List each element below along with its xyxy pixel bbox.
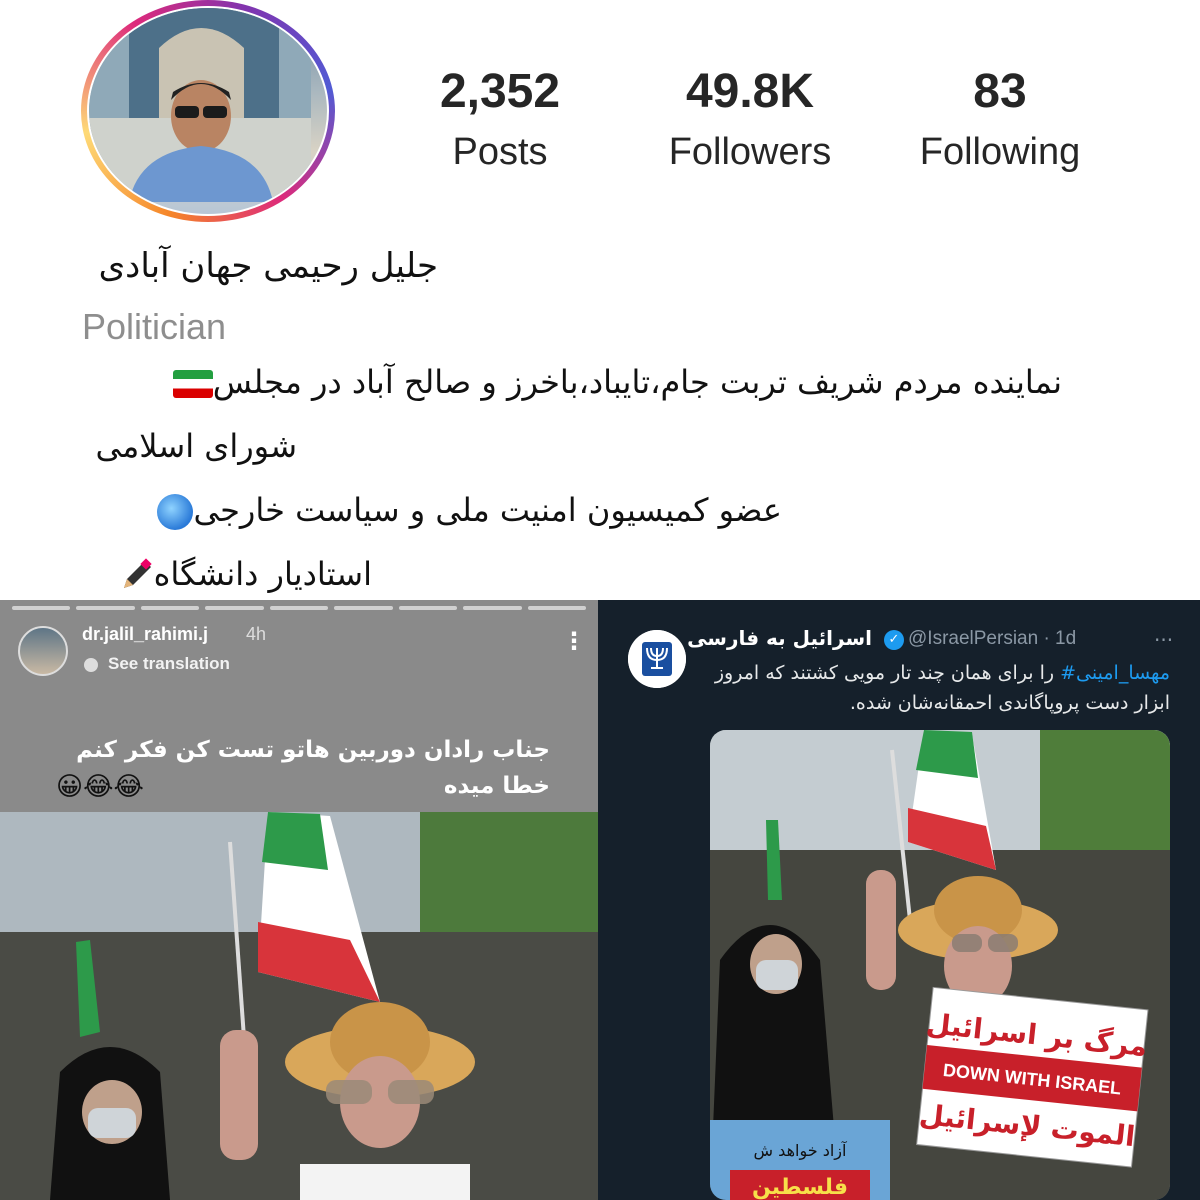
bio-text-3: عضو کمیسیون امنیت ملی و سیاست خارجی bbox=[193, 491, 782, 529]
story-progress-bars bbox=[12, 606, 586, 610]
see-translation-link[interactable]: See translation bbox=[82, 654, 230, 674]
tweet-handle[interactable]: @IsraelPersian · 1d bbox=[908, 628, 1076, 650]
bio-line-3: عضو کمیسیون امنیت ملی و سیاست خارجی bbox=[82, 488, 782, 532]
small-sign-line-1: آزاد خواهد ش bbox=[754, 1141, 848, 1161]
story-emojis: 😀😂😂 bbox=[56, 772, 144, 802]
story-username[interactable]: dr.jalil_rahimi.j bbox=[82, 624, 208, 645]
following-count: 83 bbox=[973, 65, 1027, 118]
followers-count: 49.8K bbox=[685, 65, 815, 118]
profile-header: 2,352 Posts 49.8K Followers 83 Following… bbox=[0, 0, 1200, 600]
tweet-display-name[interactable]: اسرائیل به فارسی bbox=[687, 626, 872, 650]
tweet-avatar[interactable] bbox=[628, 630, 686, 688]
followers-stat[interactable]: 49.8K Followers bbox=[650, 62, 850, 182]
following-stat[interactable]: 83 Following bbox=[900, 62, 1100, 182]
following-label: Following bbox=[919, 131, 1081, 173]
posts-stat[interactable]: 2,352 Posts bbox=[400, 62, 600, 182]
story-timestamp: 4h bbox=[246, 624, 267, 644]
tweet-text: مهسا_امینی# را برای همان چند تار مویی کش… bbox=[700, 658, 1170, 718]
iran-flag-icon bbox=[172, 370, 213, 398]
protest-sign: مرگ بر اسرائیل DOWN WITH ISRAEL الموت لإ… bbox=[916, 986, 1149, 1168]
profile-name: جلیل رحیمی جهان آبادی bbox=[98, 246, 438, 286]
profile-stats: 2,352 Posts 49.8K Followers 83 Following bbox=[400, 62, 1160, 192]
followers-label: Followers bbox=[668, 131, 832, 173]
posts-label: Posts bbox=[452, 131, 548, 173]
protest-photo-illustration bbox=[0, 812, 598, 1200]
profile-avatar bbox=[89, 8, 327, 214]
bio-text-1: نماینده مردم شریف تربت جام،تایباد،باخرز … bbox=[212, 363, 1062, 401]
profile-avatar-ring[interactable] bbox=[81, 0, 335, 222]
story-photo bbox=[0, 812, 598, 1200]
tweet-photo[interactable]: مرگ بر اسرائیل DOWN WITH ISRAEL الموت لإ… bbox=[710, 730, 1170, 1200]
globe-icon bbox=[157, 494, 194, 530]
bio-line-4: استادیار دانشگاه bbox=[82, 552, 372, 596]
menorah-icon bbox=[628, 630, 686, 688]
posts-count: 2,352 bbox=[439, 65, 561, 118]
more-options-icon[interactable]: ··· bbox=[1154, 628, 1173, 652]
hashtag-link[interactable]: مهسا_امینی# bbox=[1060, 662, 1170, 684]
small-sign-line-2: فلسطین bbox=[752, 1175, 848, 1200]
verified-badge-icon: ✓ bbox=[884, 630, 904, 650]
bio-line-2: شورای اسلامی bbox=[95, 427, 297, 465]
pencil-icon bbox=[123, 558, 152, 588]
instagram-story: dr.jalil_rahimi.j 4h See translation ⋮ ج… bbox=[0, 600, 598, 1200]
bio-line-1: نماینده مردم شریف تربت جام،تایباد،باخرز … bbox=[82, 360, 1062, 404]
story-avatar[interactable] bbox=[18, 626, 68, 676]
more-options-icon[interactable]: ⋮ bbox=[562, 629, 586, 653]
tweet-photo-illustration: مرگ بر اسرائیل DOWN WITH ISRAEL الموت لإ… bbox=[710, 730, 1170, 1200]
tweet-card[interactable]: اسرائیل به فارسی ✓ @IsraelPersian · 1d ·… bbox=[598, 600, 1200, 1200]
bio-text-4: استادیار دانشگاه bbox=[153, 555, 372, 593]
profile-category: Politician bbox=[82, 306, 227, 347]
